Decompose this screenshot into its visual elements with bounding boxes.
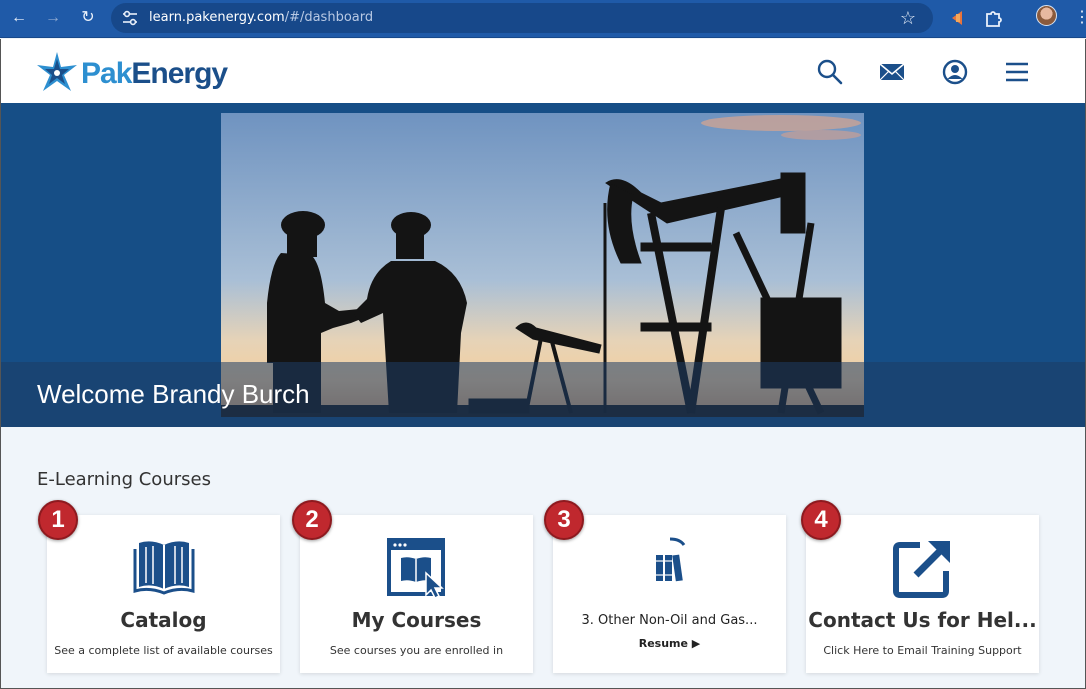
card-subtitle: Click Here to Email Training Support [823,644,1022,657]
hero-banner: Welcome Brandy Burch [0,103,1086,427]
step-badge-4: 4 [801,500,841,540]
contact-us-card[interactable]: Contact Us for Hel... Click Here to Emai… [806,515,1039,673]
step-badge-3: 3 [544,500,584,540]
external-link-icon [892,541,950,598]
my-courses-card[interactable]: My Courses See courses you are enrolled … [300,515,533,673]
site-header: PakEnergy [0,39,1086,103]
logo-text: PakEnergy [81,57,228,90]
course-name: 3. Other Non-Oil and Gas... [581,613,758,628]
card-title: Contact Us for Hel... [808,608,1037,632]
welcome-band: Welcome Brandy Burch [1,362,1085,427]
pakenergy-logo[interactable]: PakEnergy [35,51,228,93]
extension-icon[interactable] [948,8,968,28]
user-icon[interactable] [941,58,969,86]
more-icon[interactable]: ⋮ [1074,7,1086,29]
courses-window-icon [386,538,445,599]
card-title: My Courses [351,608,482,632]
site-info-icon[interactable] [121,10,139,26]
card-subtitle: See a complete list of available courses [54,644,273,657]
welcome-message: Welcome Brandy Burch [37,379,310,409]
profile-avatar[interactable] [1036,5,1057,26]
step-badge-2: 2 [292,500,332,540]
step-badge-1: 1 [38,500,78,540]
section-title: E-Learning Courses [37,469,211,490]
resume-link[interactable]: Resume ▶ [553,637,786,650]
mail-icon[interactable] [878,58,906,86]
star-icon[interactable]: ☆ [897,7,919,29]
url-text: learn.pakenergy.com/#/dashboard [149,10,374,25]
catalog-card[interactable]: Catalog See a complete list of available… [47,515,280,673]
card-subtitle: See courses you are enrolled in [329,644,504,657]
courses-section: E-Learning Courses Catalog See a complet… [0,427,1086,689]
book-icon [133,541,194,595]
arrow-right-icon[interactable]: → [42,7,64,29]
browser-toolbar: ← → ↻ learn.pakenergy.com/#/dashboard ☆ … [0,0,1086,38]
in-progress-course-card[interactable]: 3. Other Non-Oil and Gas... Resume ▶ [553,515,786,673]
menu-icon[interactable] [1003,58,1031,86]
card-title: Catalog [120,608,207,632]
reload-icon[interactable]: ↻ [77,7,99,29]
books-icon [655,537,685,582]
search-icon[interactable] [816,58,844,86]
star-logo-icon [37,52,77,91]
address-bar[interactable]: learn.pakenergy.com/#/dashboard ☆ [111,3,933,33]
arrow-left-icon[interactable]: ← [8,7,30,29]
puzzle-icon[interactable] [984,8,1004,28]
